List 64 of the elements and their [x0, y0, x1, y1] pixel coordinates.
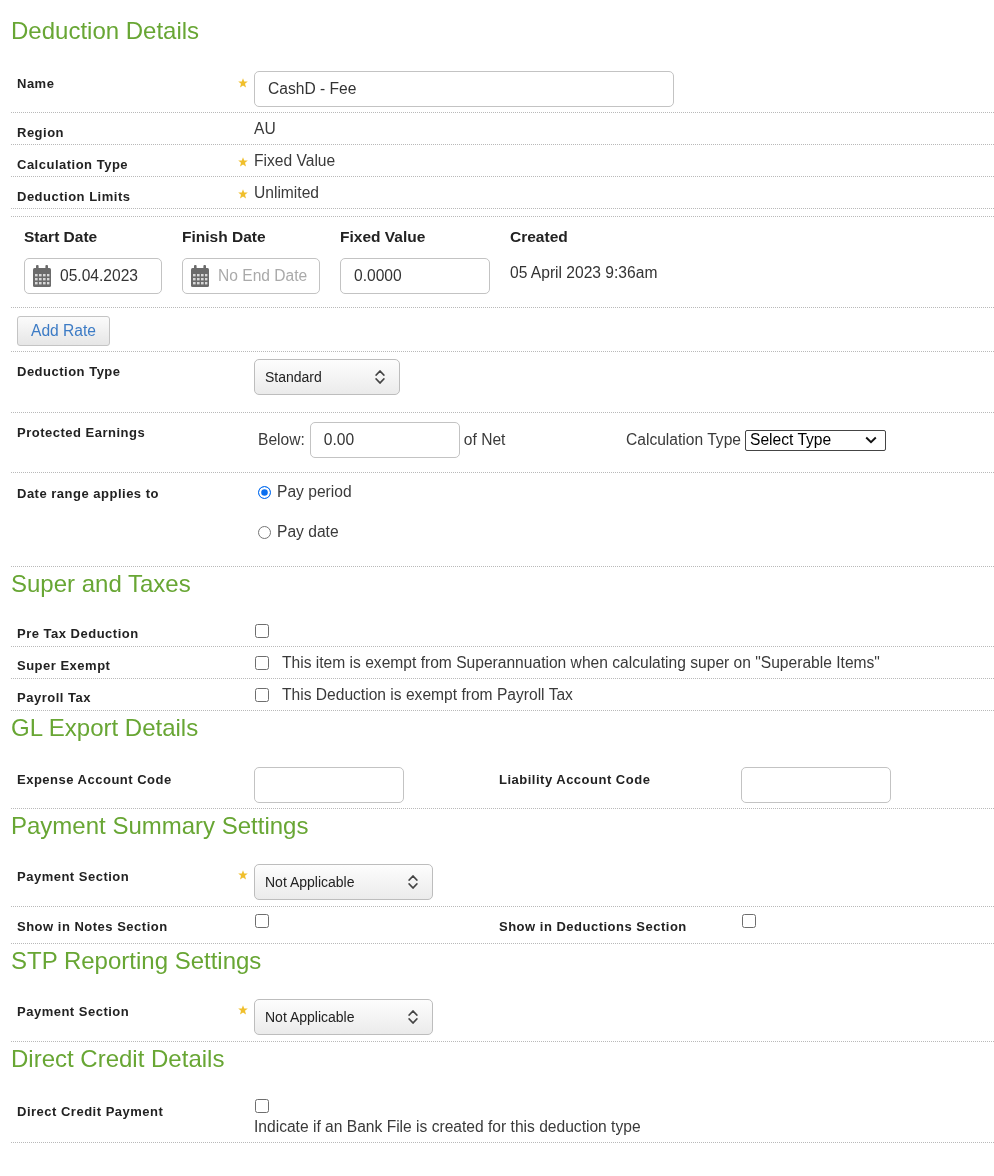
field-label: Super Exempt — [17, 658, 111, 674]
number-input[interactable]: 0.00 — [309, 422, 460, 458]
field-label: Deduction Type — [17, 364, 121, 380]
number-input[interactable]: 0.0000 — [340, 258, 490, 294]
below-label: Below: — [258, 431, 305, 449]
calendar-icon — [33, 265, 51, 287]
checkbox-description: Indicate if an Bank File is created for this deduction type — [254, 1118, 641, 1136]
field-label: Show in Notes Section — [17, 919, 168, 935]
radio-label: Pay date — [277, 523, 339, 541]
field-value: AU — [254, 120, 276, 138]
radio-button[interactable] — [258, 485, 271, 499]
field-label: Expense Account Code — [17, 772, 172, 788]
field-label: Payment Section — [17, 1004, 130, 1020]
field-label: Protected Earnings — [17, 425, 146, 441]
up-down-chevron-icon — [407, 1009, 418, 1025]
checkbox-description: This Deduction is exempt from Payroll Tax — [282, 686, 573, 704]
field-value: Unlimited — [254, 184, 319, 202]
up-down-chevron-icon — [374, 369, 385, 385]
section-heading: GL Export Details — [10, 713, 199, 743]
checkbox[interactable] — [742, 914, 756, 928]
suffix-label: of Net — [463, 431, 506, 449]
checkbox[interactable] — [255, 688, 269, 702]
select-field[interactable]: Not Applicable — [254, 864, 433, 900]
field-label: Payment Section — [17, 869, 130, 885]
section-heading: Super and Taxes — [10, 569, 191, 599]
checkbox[interactable] — [255, 624, 269, 638]
chevron-down-icon — [865, 436, 877, 444]
up-down-chevron-icon — [407, 874, 418, 890]
field-label: Direct Credit Payment — [17, 1104, 164, 1120]
section-heading: Direct Credit Details — [10, 1044, 225, 1074]
field-label: Region — [17, 125, 65, 141]
add-rate-button[interactable]: Add Rate — [17, 316, 111, 346]
field-label: Deduction Limits — [17, 189, 131, 205]
checkbox[interactable] — [255, 1099, 269, 1113]
field-value: Fixed Value — [254, 152, 336, 170]
account-code-input[interactable] — [254, 767, 404, 803]
field-label: Liability Account Code — [499, 772, 651, 788]
checkbox[interactable] — [255, 656, 269, 670]
dropdown-select[interactable]: Select Type — [745, 429, 886, 451]
section-heading: Payment Summary Settings — [10, 811, 309, 841]
field-label: Name — [17, 76, 55, 92]
section-heading: STP Reporting Settings — [10, 946, 262, 976]
field-label: Calculation Type — [17, 157, 129, 173]
column-header: Start Date — [24, 227, 98, 247]
calendar-icon — [191, 265, 209, 287]
text-input[interactable]: CashD - Fee — [254, 71, 674, 107]
select-field[interactable]: Not Applicable — [254, 999, 433, 1035]
radio-button[interactable] — [258, 525, 271, 539]
section-heading: Deduction Details — [10, 16, 200, 46]
date-field[interactable]: 05.04.2023 — [24, 258, 162, 294]
checkbox[interactable] — [255, 914, 269, 928]
field-label: Calculation Type — [626, 431, 741, 449]
select-field[interactable]: Standard — [254, 359, 400, 395]
field-label: Date range applies to — [17, 486, 159, 502]
field-label: Show in Deductions Section — [499, 919, 687, 935]
checkbox-description: This item is exempt from Superannuation when calculating super on "Superable Items" — [282, 654, 880, 672]
field-label: Pre Tax Deduction — [17, 626, 139, 642]
column-header: Fixed Value — [340, 227, 426, 247]
account-code-input[interactable] — [741, 767, 891, 803]
field-label: Payroll Tax — [17, 690, 91, 706]
created-date: 05 April 2023 9:36am — [510, 264, 658, 282]
radio-label: Pay period — [277, 483, 352, 501]
column-header: Created — [510, 227, 568, 247]
column-header: Finish Date — [182, 227, 266, 247]
